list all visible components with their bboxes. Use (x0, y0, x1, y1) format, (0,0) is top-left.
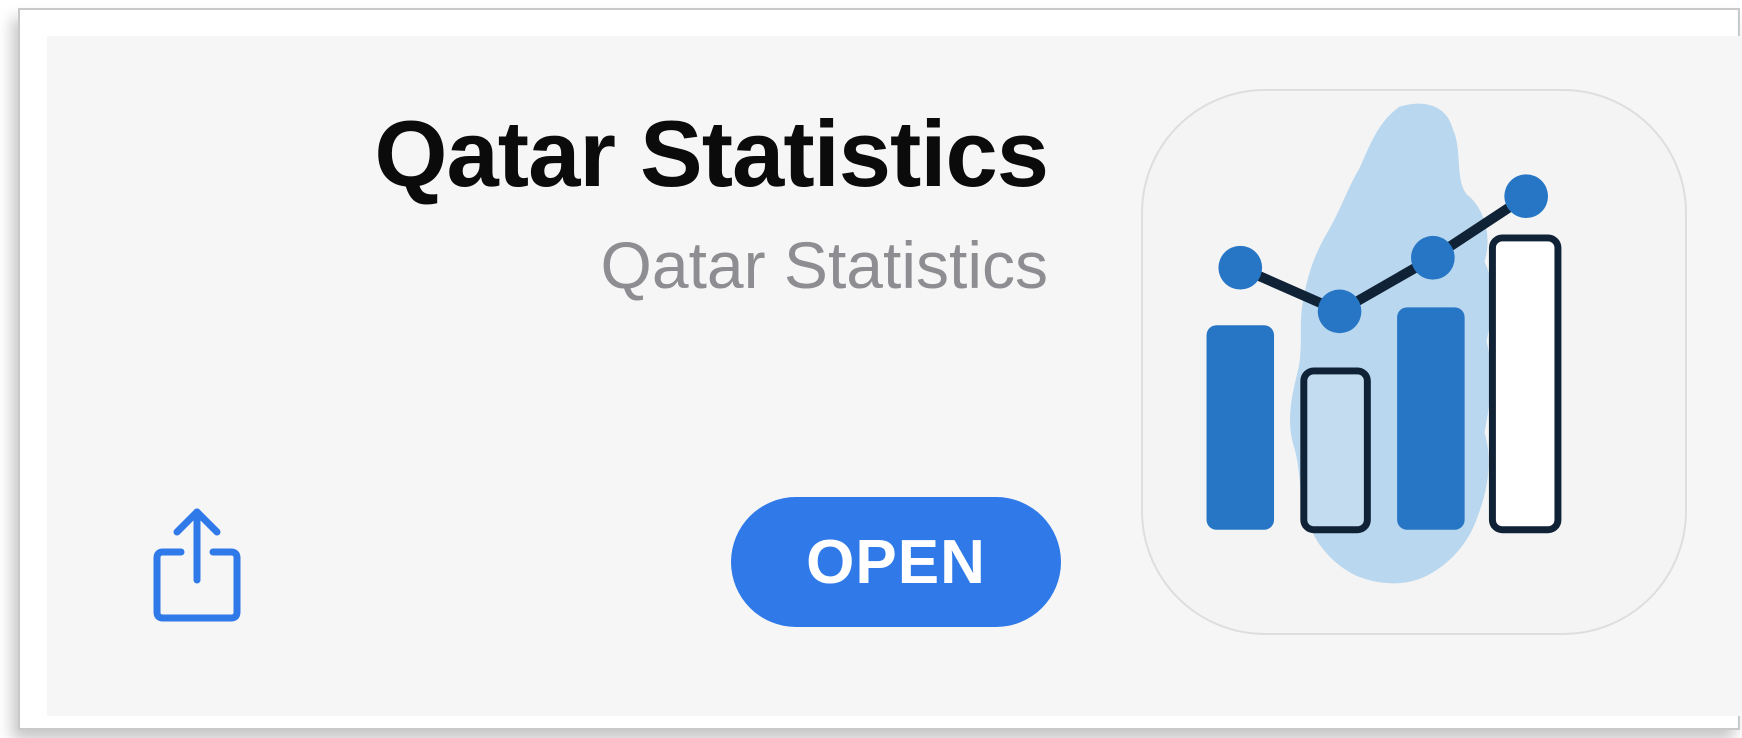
bar-1 (1206, 325, 1275, 530)
bar-2 (1300, 367, 1371, 534)
app-header-card: Qatar Statistics Qatar Statistics OPEN (47, 36, 1740, 716)
trend-point-1 (1218, 245, 1263, 290)
qatar-statistics-logo (1206, 103, 1562, 584)
share-icon (153, 508, 241, 622)
trend-point-3 (1411, 235, 1455, 280)
developer-name[interactable]: Qatar Statistics (601, 226, 1048, 305)
screenshot-frame: Qatar Statistics Qatar Statistics OPEN (18, 8, 1740, 730)
app-icon[interactable] (1141, 89, 1687, 635)
bar-3 (1397, 307, 1465, 530)
bar-4 (1488, 234, 1562, 534)
trend-point-2 (1317, 289, 1362, 334)
share-button[interactable] (151, 504, 243, 624)
trend-point-4 (1504, 174, 1549, 219)
app-title: Qatar Statistics (374, 101, 1049, 206)
open-button[interactable]: OPEN (731, 497, 1061, 627)
